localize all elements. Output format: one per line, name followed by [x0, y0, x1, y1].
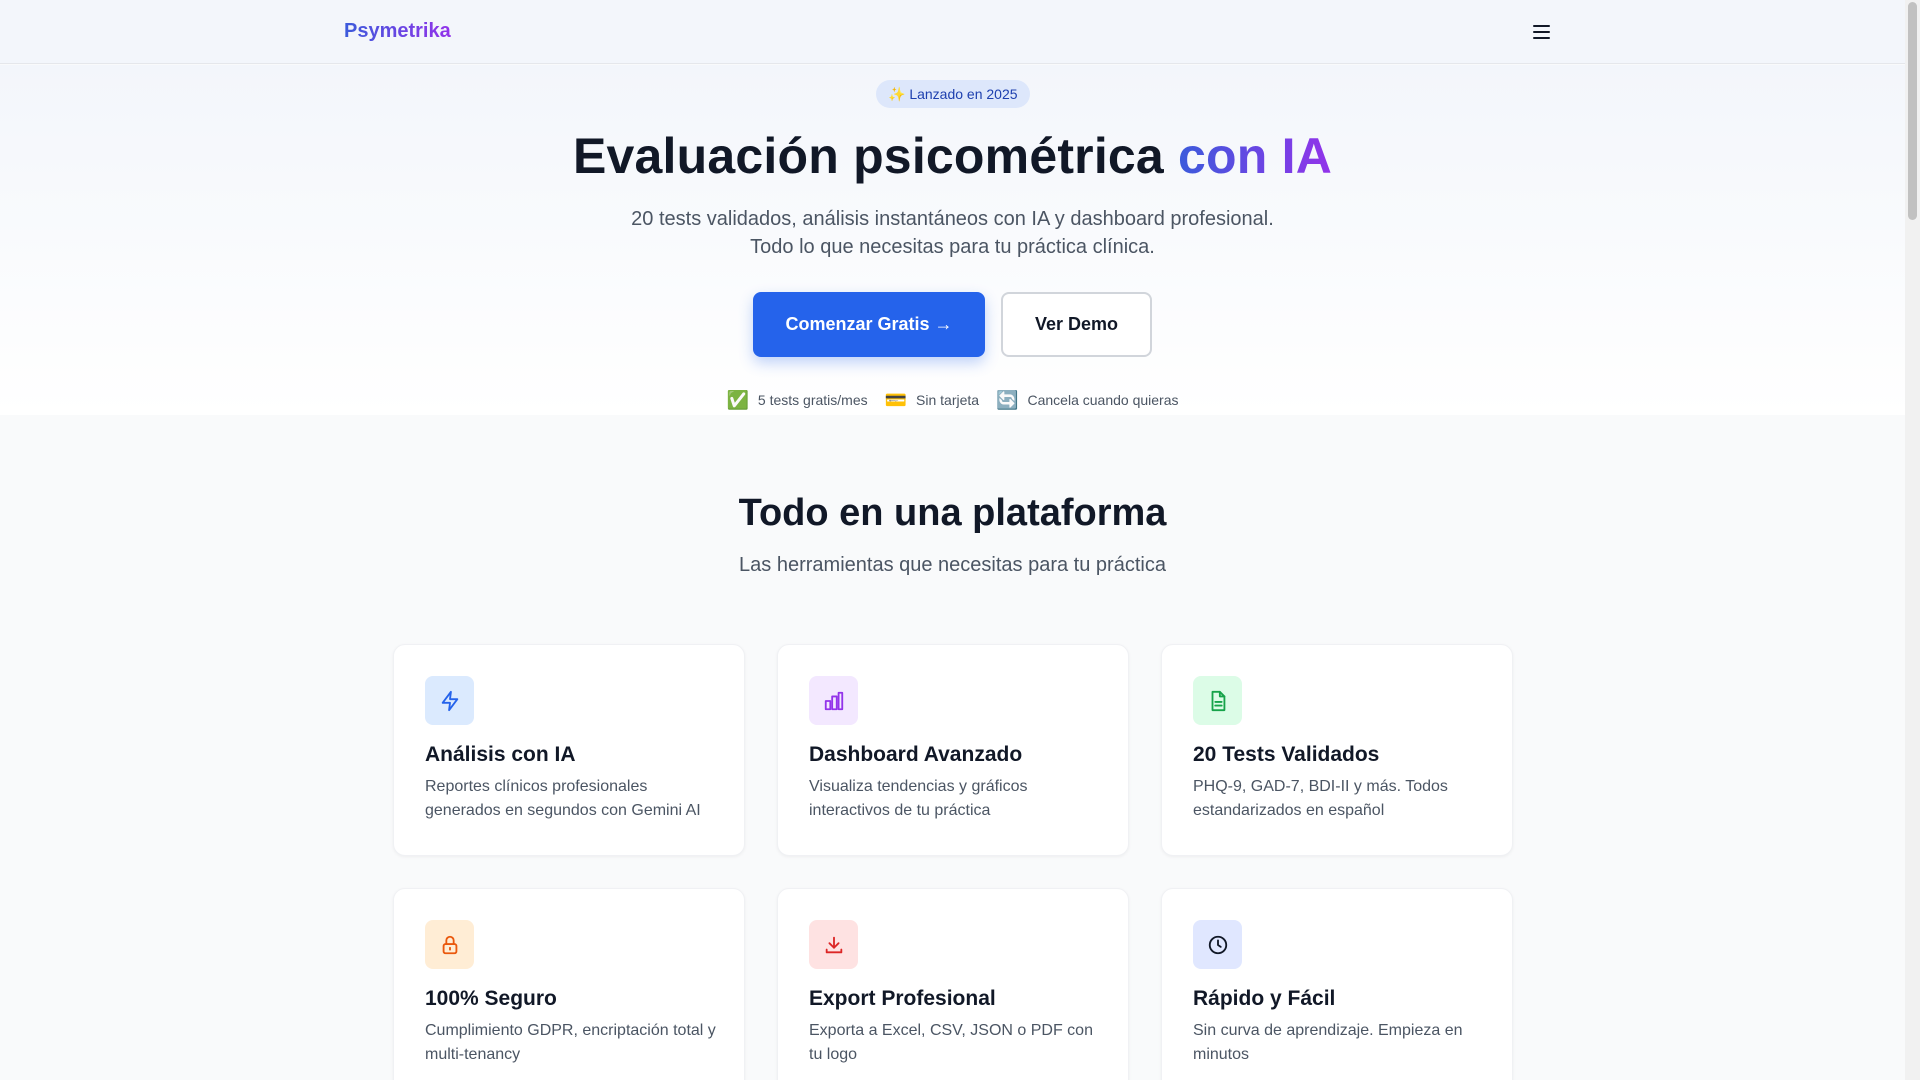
page-scrollbar[interactable] — [1905, 0, 1920, 1080]
hero-title-main: Evaluación psicométrica — [572, 128, 1179, 184]
hero-subtitle: 20 tests validados, análisis instantáneo… — [0, 205, 1905, 261]
feature-card-fast-easy: Rápido y Fácil Sin curva de aprendizaje.… — [1161, 888, 1513, 1080]
hero-subtitle-line2: Todo lo que necesitas para tu práctica c… — [750, 236, 1155, 258]
feature-card-dashboard: Dashboard Avanzado Visualiza tendencias … — [777, 644, 1129, 856]
start-free-button[interactable]: Comenzar Gratis → — [753, 292, 985, 357]
top-navbar: Psymetrika — [0, 0, 1905, 64]
card-description: Reportes clínicos profesionales generado… — [425, 778, 701, 819]
card-title: Export Profesional — [809, 987, 996, 1010]
features-subtitle: Las herramientas que necesitas para tu p… — [739, 554, 1166, 576]
card-description: Sin curva de aprendizaje. Empieza en min… — [1193, 1022, 1463, 1063]
feature-card-ai-analysis: Análisis con IA Reportes clínicos profes… — [393, 644, 745, 856]
trust-item-no-card: 💳 Sin tarjeta — [885, 391, 979, 409]
hero-title: Evaluación psicométrica con IA — [0, 127, 1905, 185]
document-icon — [1193, 676, 1242, 725]
card-description: Cumplimiento GDPR, encriptación total y … — [425, 1022, 716, 1063]
card-title: Dashboard Avanzado — [809, 743, 1023, 766]
lock-icon — [425, 920, 474, 969]
bar-chart-icon — [809, 676, 858, 725]
hero-title-accent: con IA — [1178, 128, 1333, 184]
features-title: Todo en una plataforma — [738, 492, 1167, 534]
feature-card-validated-tests: 20 Tests Validados PHQ-9, GAD-7, BDI-II … — [1161, 644, 1513, 856]
feature-card-security: 100% Seguro Cumplimiento GDPR, encriptac… — [393, 888, 745, 1080]
clock-icon — [1193, 920, 1242, 969]
card-title: Análisis con IA — [425, 743, 576, 766]
check-icon: ✅ — [726, 390, 749, 410]
card-description: Visualiza tendencias y gráficos interact… — [809, 778, 1028, 819]
trust-item-cancel: 🔄 Cancela cuando quieras — [996, 391, 1178, 409]
scrollbar-thumb[interactable] — [1908, 2, 1917, 220]
trust-label: Cancela cuando quieras — [1027, 392, 1179, 408]
trust-indicators: ✅ 5 tests gratis/mes 💳 Sin tarjeta 🔄 Can… — [0, 391, 1905, 409]
lightning-icon — [425, 676, 474, 725]
view-demo-button[interactable]: Ver Demo — [1001, 292, 1152, 357]
card-title: 20 Tests Validados — [1193, 743, 1380, 766]
trust-item-free-tests: ✅ 5 tests gratis/mes — [726, 391, 867, 409]
hero-subtitle-line1: 20 tests validados, análisis instantáneo… — [631, 208, 1274, 230]
trust-label: Sin tarjeta — [916, 392, 980, 408]
download-icon — [809, 920, 858, 969]
brand-logo[interactable]: Psymetrika — [344, 20, 451, 43]
card-title: 100% Seguro — [425, 987, 557, 1010]
card-description: Exporta a Excel, CSV, JSON o PDF con tu … — [809, 1022, 1093, 1063]
menu-icon[interactable] — [1526, 18, 1556, 46]
trust-label: 5 tests gratis/mes — [757, 392, 868, 408]
credit-card-icon: 💳 — [884, 390, 908, 410]
hero-section: ✨ Lanzado en 2025 Evaluación psicométric… — [0, 65, 1905, 415]
card-title: Rápido y Fácil — [1193, 987, 1336, 1010]
launch-badge: ✨ Lanzado en 2025 — [876, 80, 1030, 108]
card-description: PHQ-9, GAD-7, BDI-II y más. Todos estand… — [1193, 778, 1448, 819]
feature-card-export: Export Profesional Exporta a Excel, CSV,… — [777, 888, 1129, 1080]
refresh-icon: 🔄 — [996, 390, 1019, 410]
